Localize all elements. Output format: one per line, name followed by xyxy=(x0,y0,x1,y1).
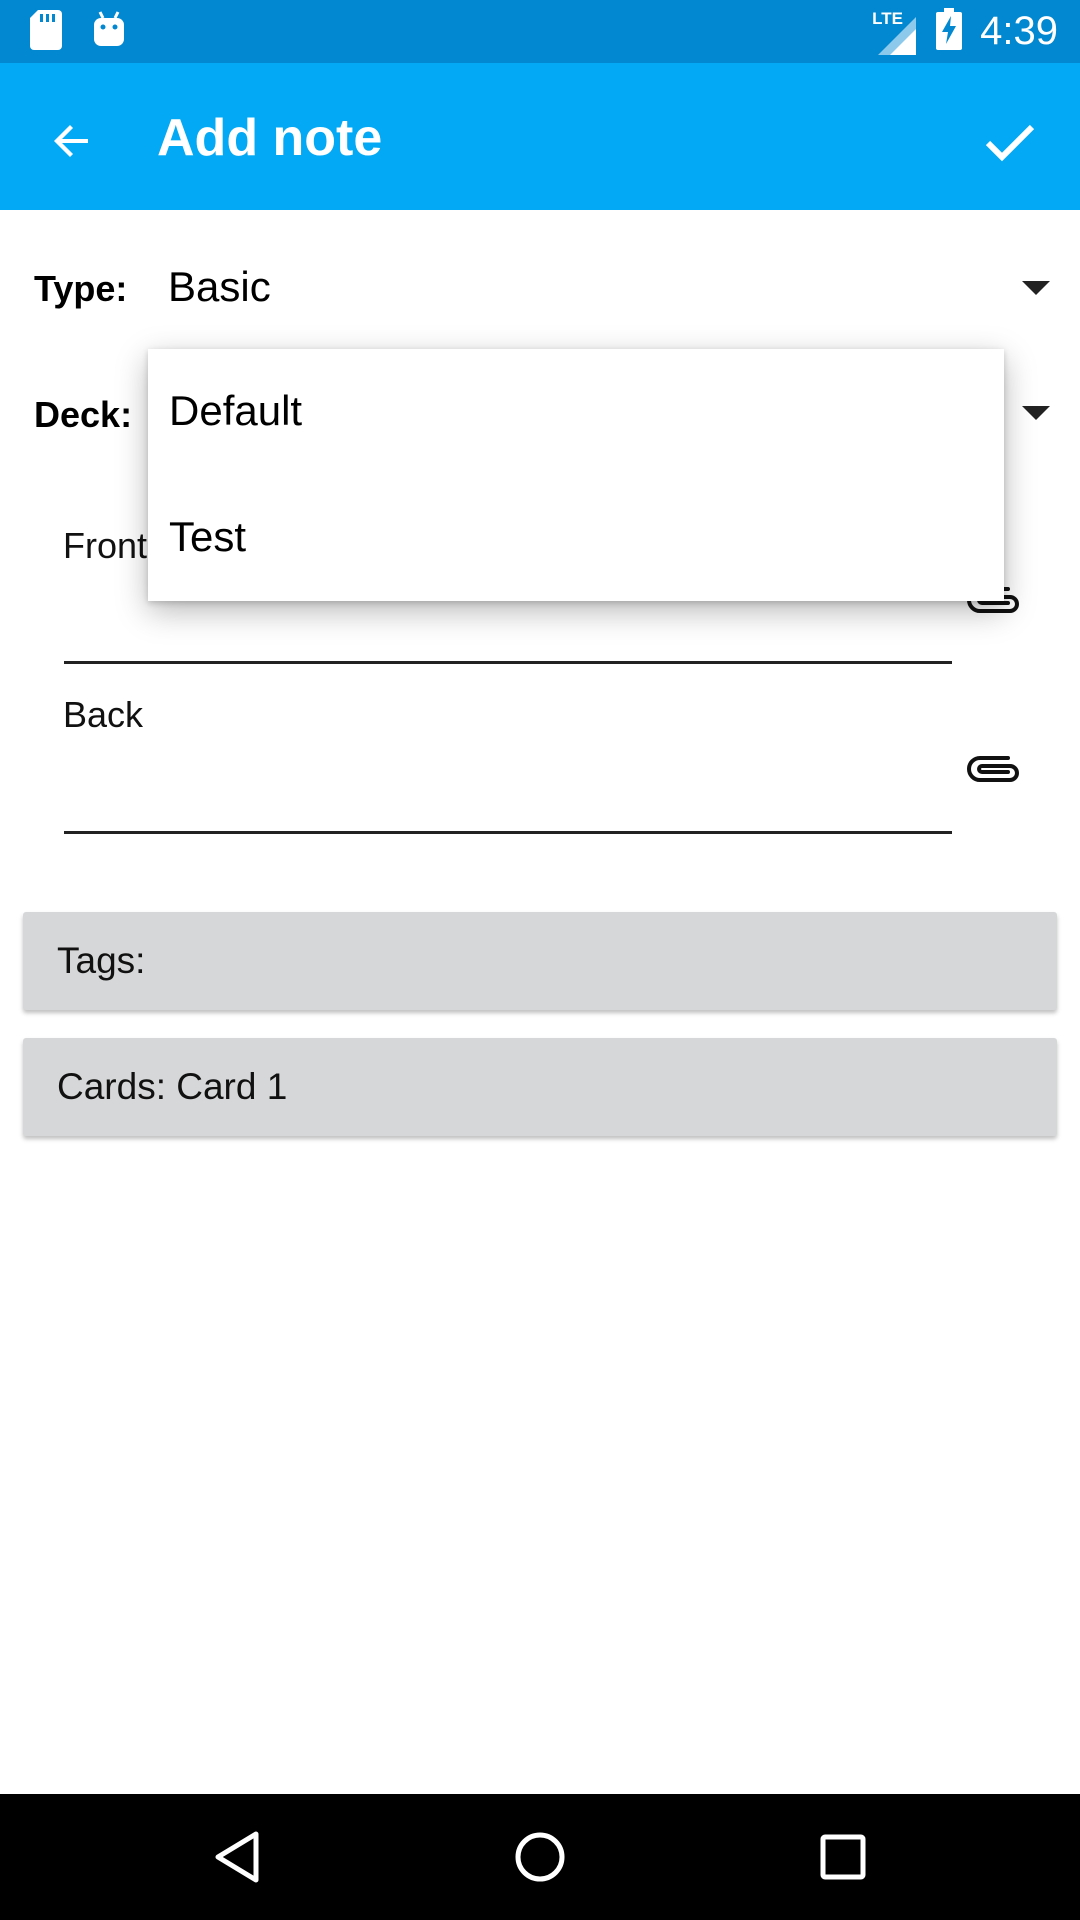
cards-button-label: Cards: Card 1 xyxy=(57,1066,288,1107)
page-title: Add note xyxy=(157,109,383,167)
home-circle-icon xyxy=(515,1832,565,1882)
battery-charging-icon xyxy=(936,8,963,55)
deck-label: Deck: xyxy=(34,394,133,435)
recents-square-icon xyxy=(820,1834,866,1880)
tags-button-label: Tags: xyxy=(57,940,146,981)
tags-button[interactable]: Tags: xyxy=(23,912,1057,1010)
deck-option-label: Default xyxy=(169,387,303,434)
arrow-left-icon xyxy=(54,125,88,157)
status-bar-right: LTE 4:39 xyxy=(872,0,1058,63)
type-label: Type: xyxy=(34,268,128,309)
cards-button[interactable]: Cards: Card 1 xyxy=(23,1038,1057,1136)
deck-option-default[interactable]: Default xyxy=(148,349,1004,475)
app-bar: Add note xyxy=(0,63,1080,210)
back-button[interactable] xyxy=(36,105,108,177)
back-triangle-icon xyxy=(215,1831,259,1883)
signal-icon: LTE xyxy=(872,9,918,55)
deck-option-label: Test xyxy=(169,513,247,560)
save-button[interactable] xyxy=(970,101,1050,181)
android-debug-icon xyxy=(92,10,126,55)
status-clock: 4:39 xyxy=(980,9,1058,53)
nav-home-button[interactable] xyxy=(500,1817,580,1897)
paperclip-icon xyxy=(967,756,1019,782)
nav-back-button[interactable] xyxy=(197,1817,277,1897)
nav-recents-button[interactable] xyxy=(803,1817,883,1897)
front-field-label: Front xyxy=(63,525,148,566)
sd-card-icon xyxy=(30,10,62,55)
front-field-input[interactable] xyxy=(64,661,952,664)
status-bar: LTE 4:39 xyxy=(0,0,1080,63)
deck-dropdown-menu: Default Test xyxy=(148,349,1004,601)
type-dropdown-caret-icon[interactable] xyxy=(1022,281,1050,295)
back-field-input[interactable] xyxy=(64,831,952,834)
back-field-label: Back xyxy=(63,694,144,735)
type-spinner[interactable]: Basic xyxy=(168,263,271,311)
back-attach-button[interactable] xyxy=(962,744,1026,794)
deck-dropdown-caret-icon[interactable] xyxy=(1022,406,1050,420)
system-nav-bar xyxy=(0,1794,1080,1920)
status-bar-left xyxy=(30,10,126,55)
deck-option-test[interactable]: Test xyxy=(148,475,1004,601)
check-icon xyxy=(985,124,1035,162)
